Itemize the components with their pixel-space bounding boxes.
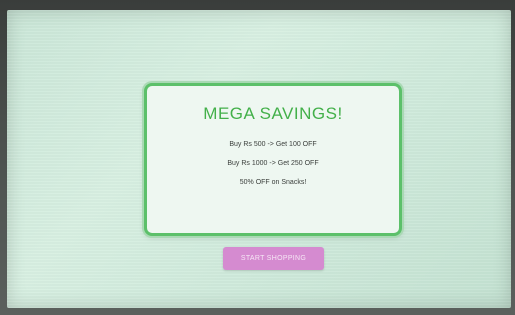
- offer-item: Buy Rs 1000 -> Get 250 OFF: [227, 160, 319, 167]
- promo-title: MEGA SAVINGS!: [203, 104, 343, 123]
- offer-list: Buy Rs 500 -> Get 100 OFF Buy Rs 1000 ->…: [147, 140, 399, 187]
- promo-card: MEGA SAVINGS! Buy Rs 500 -> Get 100 OFF …: [144, 83, 402, 236]
- offer-item: Buy Rs 500 -> Get 100 OFF: [229, 141, 317, 148]
- offer-item: 50% OFF on Snacks!: [239, 179, 307, 186]
- start-shopping-button[interactable]: START SHOPPING: [223, 247, 324, 270]
